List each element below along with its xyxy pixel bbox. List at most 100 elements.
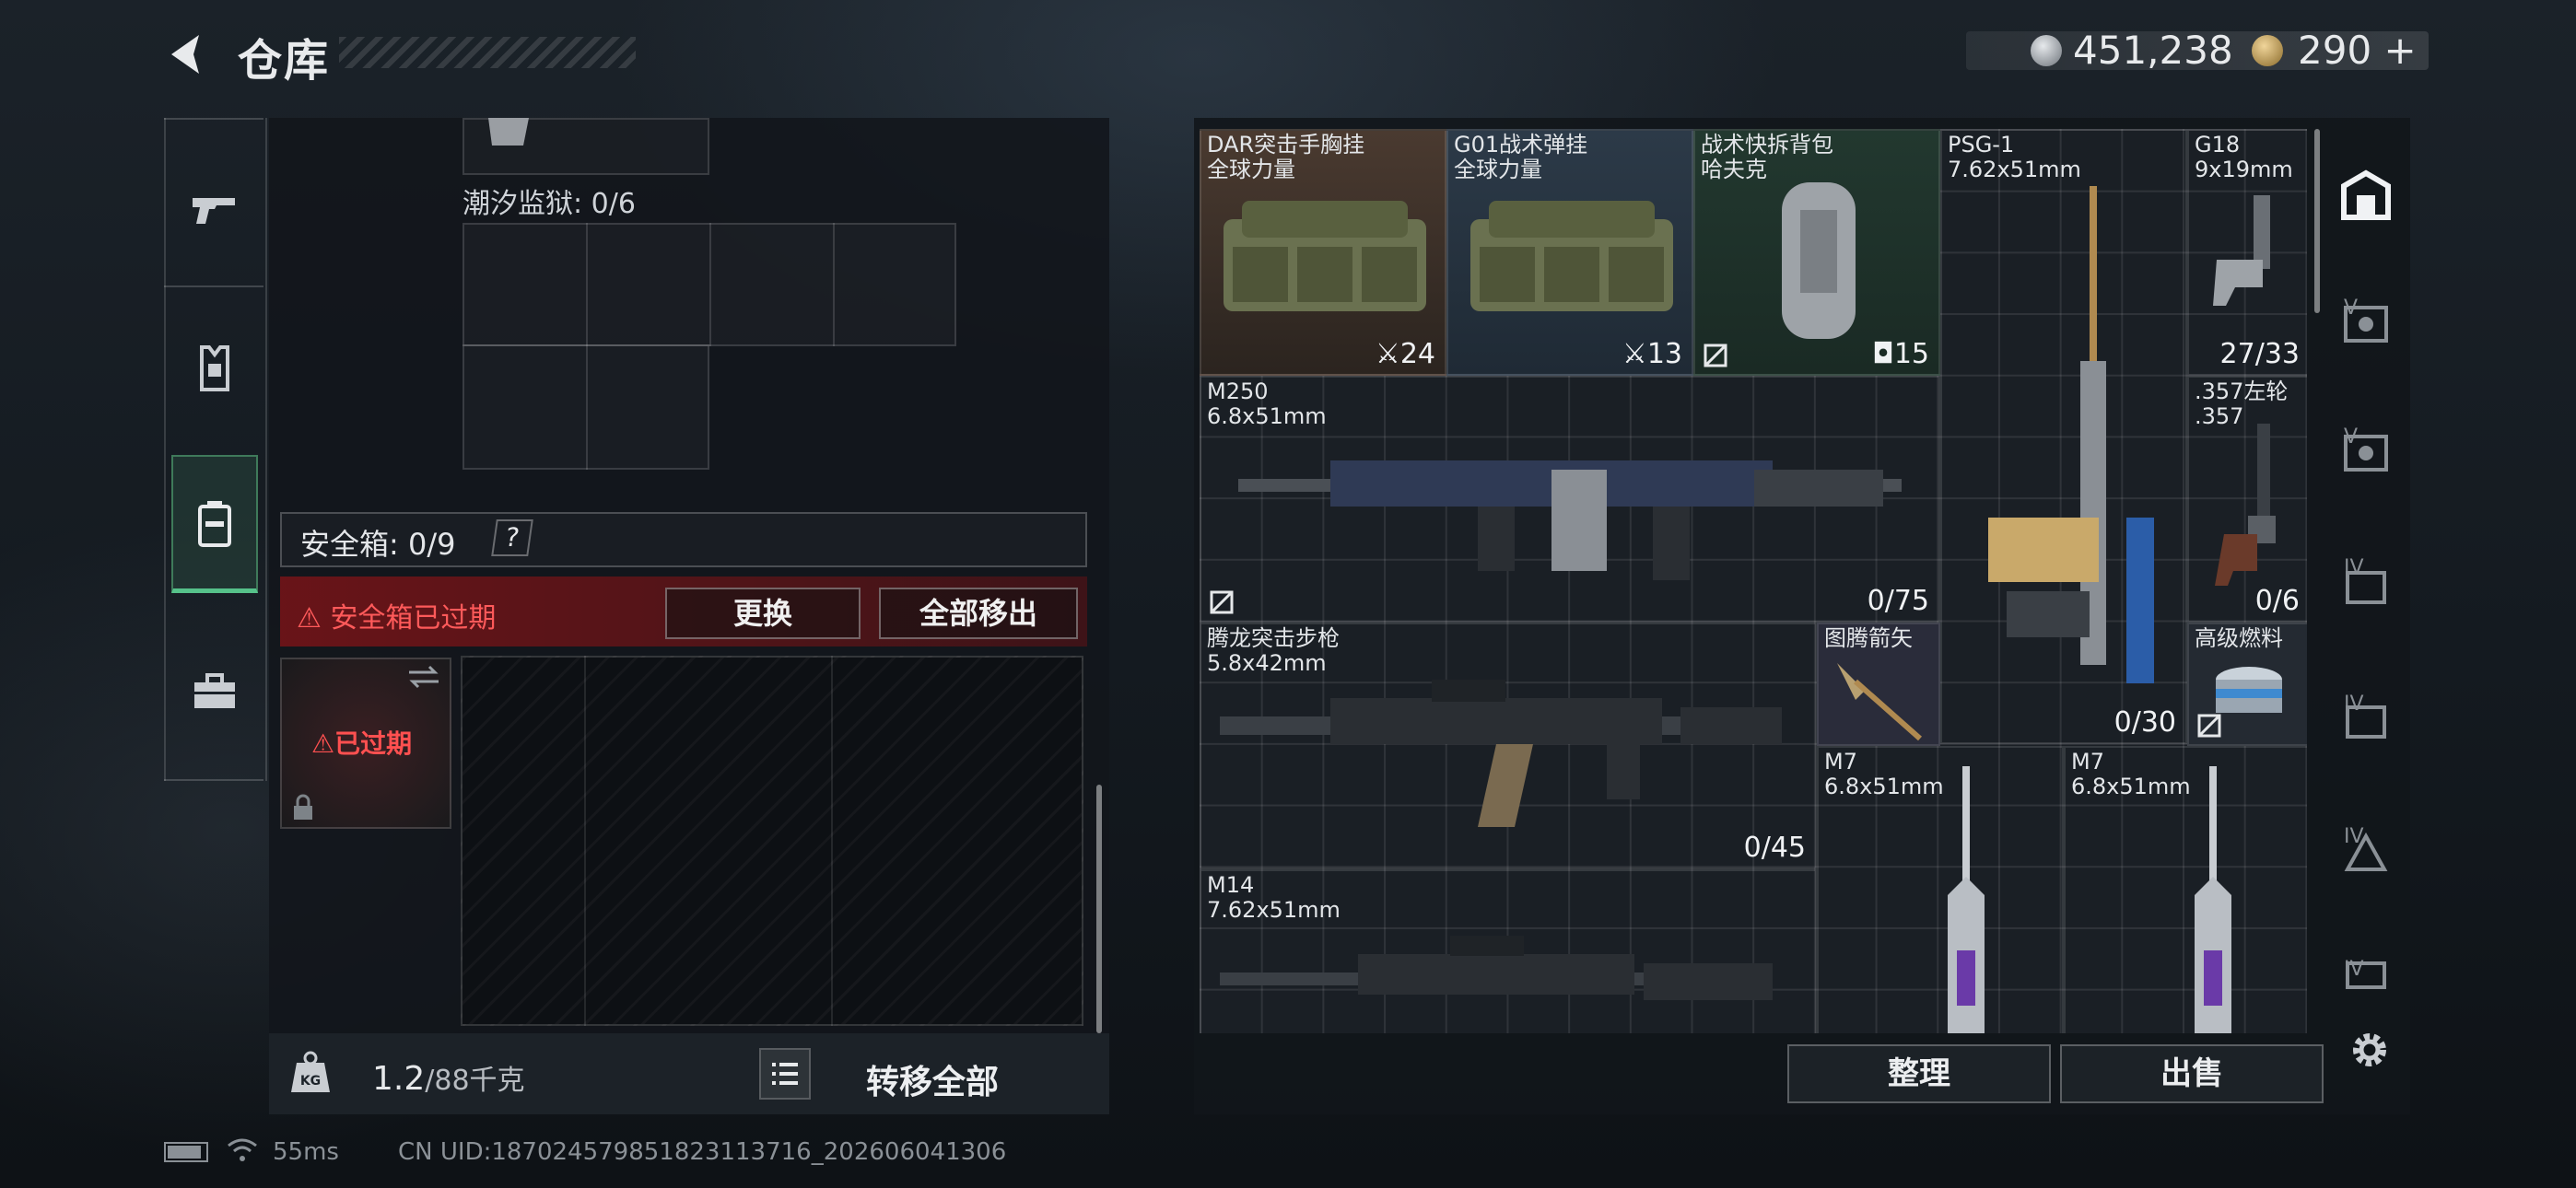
stash-tab-icon[interactable] [2336,556,2395,615]
item-thumbnail [488,118,529,146]
replace-button[interactable]: 更换 [665,588,861,639]
sell-button[interactable]: 出售 [2060,1044,2324,1103]
ammo-count: 0/30 [2113,706,2176,739]
item-m7-2[interactable]: M7 6.8x51mm [2064,746,2307,1033]
item-name: 高级燃料 [2195,625,2283,651]
settings-gear-icon[interactable] [2344,1024,2395,1076]
stash-tab-icon[interactable] [2336,424,2395,483]
item-g01-rig[interactable]: G01战术弹挂 全球力量 ⚔13 [1446,129,1693,376]
machine-gun-image [1238,460,1902,580]
grid-line [584,656,586,1026]
warning-icon: ⚠ [297,602,331,635]
item-name: 图腾箭矢 [1824,625,1913,651]
silver-amount: 451,238 [2073,28,2233,73]
list-icon [772,1063,798,1085]
armor-vest-icon [200,345,229,391]
pistol-image [2213,195,2270,306]
ping-readout: 55ms [273,1138,339,1166]
grid-line [709,223,711,346]
item-psg1[interactable]: PSG-1 7.62x51mm 0/30 [1940,129,2187,744]
revolver-image [2215,424,2276,586]
nav-weapons[interactable] [171,140,258,278]
item-g18[interactable]: G18 9x19mm 27/33 [2187,129,2307,376]
grid-line [833,223,835,346]
page-title: 仓库 [238,35,331,87]
battle-rifle-image [1220,936,1773,1000]
nav-backpack[interactable] [171,455,258,593]
sniper-rifle-image [1988,186,2154,683]
untradeable-icon [2197,714,2221,738]
item-tenglong-rifle[interactable]: 腾龙突击步枪 5.8x42mm 0/45 [1200,623,1817,869]
safebox-expired-label: ⚠已过期 [311,724,412,761]
item-advanced-fuel[interactable]: 高级燃料 [2187,623,2307,746]
prison-capacity-label: 潮汐监狱: 0/6 [463,188,636,220]
gold-amount[interactable]: 290 + [2298,28,2417,73]
expired-warning-text: 安全箱已过期 [330,602,497,635]
transfer-all-button[interactable]: 转移全部 [866,1055,999,1103]
left-scrollbar[interactable] [1096,785,1102,1033]
weight-readout: 1.2/88千克 [372,1057,525,1098]
sort-button[interactable]: 整理 [1787,1044,2051,1103]
title-decoration [339,37,636,68]
item-name: G01战术弹挂 全球力量 [1454,132,1588,182]
item-m14[interactable]: M14 7.62x51mm [1200,869,1817,1033]
pistol-icon [193,198,235,224]
user-uid: CN UID:18702457985182311371​6_2026060413… [398,1138,1007,1166]
silver-coin-icon [2031,35,2062,66]
nav-armor[interactable] [171,300,258,438]
swap-icon[interactable] [405,663,442,691]
ammo-count: 0/45 [1743,832,1806,864]
nav-divider [164,118,263,120]
durability-count: ⚔24 [1375,338,1435,370]
item-name: M7 6.8x51mm [2071,749,2191,799]
stash-tab-icon[interactable] [2336,956,2395,989]
remove-all-button[interactable]: 全部移出 [879,588,1078,639]
untradeable-icon [1210,590,1234,614]
backpack-icon [198,500,231,547]
stash-all-icon[interactable] [2336,166,2395,225]
backpack-image [1782,182,1856,339]
add-gold-icon[interactable]: + [2384,28,2417,73]
stash-scrollbar[interactable] [2314,129,2320,313]
item-name: PSG-1 7.62x51mm [1948,132,2081,182]
item-name: DAR突击手胸挂 全球力量 [1207,132,1365,182]
safebox-expired-text: 已过期 [334,728,413,759]
ammo-count: 0/6 [2254,585,2300,617]
rifle-vertical-image [1948,766,1985,1033]
item-name: .357左轮 .357 [2195,379,2289,429]
durability-count: ⚔13 [1622,338,1682,370]
grid-line [831,656,833,1026]
stash-tab-icon[interactable] [2336,691,2395,750]
item-m7-1[interactable]: M7 6.8x51mm [1817,746,2064,1033]
weight-value: 1.2 [372,1060,426,1098]
briefcase-icon [194,673,235,708]
ammo-count: 27/33 [2219,338,2300,370]
nav-divider [164,779,263,781]
safebox-grid[interactable] [461,656,1083,1026]
item-totem-arrow[interactable]: 图腾箭矢 [1817,623,1940,746]
back-arrow-icon[interactable] [162,29,212,79]
item-357-revolver[interactable]: .357左轮 .357 0/6 [2187,376,2307,623]
rifle-vertical-image [2195,766,2231,1033]
nav-toolbox[interactable] [171,623,258,761]
item-tactical-backpack[interactable]: 战术快拆背包 哈夫克 ◘15 [1693,129,1940,376]
item-m250[interactable]: M250 6.8x51mm 0/75 [1200,376,1940,623]
ammo-count: 0/75 [1867,585,1929,617]
item-name: G18 9x19mm [2195,132,2293,182]
weight-icon: KG [291,1051,330,1092]
list-view-button[interactable] [759,1048,811,1100]
lock-icon [294,794,312,820]
stash-tab-icon[interactable] [2336,295,2395,354]
help-icon[interactable]: ? [491,519,533,556]
warning-icon: ⚠ [311,728,335,759]
weight-max: /88千克 [425,1065,525,1097]
capacity-count: ◘15 [1872,338,1929,370]
untradeable-icon [1704,344,1727,367]
item-dar-chest-rig[interactable]: DAR突击手胸挂 全球力量 ⚔24 [1200,129,1446,376]
stash-tab-icon[interactable] [2336,823,2395,882]
gold-coin-icon [2252,35,2283,66]
stash-grid: DAR突击手胸挂 全球力量 ⚔24 G01战术弹挂 全球力量 ⚔13 战术快拆背包哈… [1200,129,2307,1033]
safebox-capacity-label: 安全箱: 0/9 [300,527,456,562]
arrow-image [1837,663,1922,741]
gold-value: 290 [2298,28,2372,73]
